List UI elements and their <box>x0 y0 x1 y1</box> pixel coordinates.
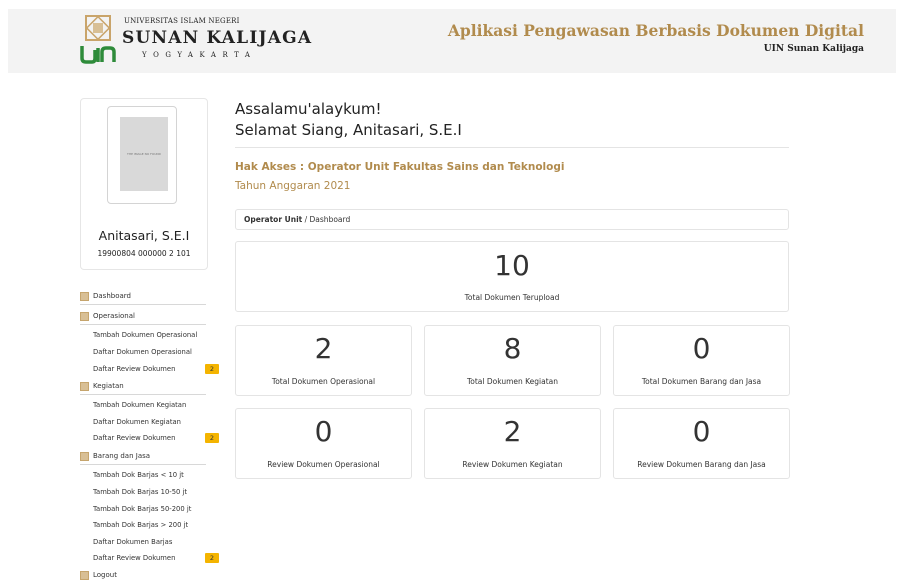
stat-label: Review Dokumen Kegiatan <box>462 460 563 469</box>
stat-value: 8 <box>503 332 522 365</box>
breadcrumb-separator: / <box>302 215 310 224</box>
university-logo[interactable]: UNIVERSITAS ISLAM NEGERI SUNAN KALIJAGA … <box>80 14 320 68</box>
stat-label: Total Dokumen Terupload <box>464 293 560 302</box>
review-count-badge: 2 <box>205 553 219 563</box>
sidebar-item-label: Daftar Review Dokumen <box>93 434 176 442</box>
stat-value: 0 <box>692 332 711 365</box>
stat-card-total: 10 Total Dokumen Terupload <box>235 241 789 312</box>
breadcrumb-role[interactable]: Operator Unit <box>244 215 302 224</box>
sidebar-item-dashboard[interactable]: Dashboard <box>80 290 206 305</box>
stat-label: Total Dokumen Operasional <box>271 377 376 386</box>
profile-photo-frame: THE IMAGE NO FOUND <box>107 106 177 204</box>
photo-placeholder-caption: THE IMAGE NO FOUND <box>127 152 161 156</box>
sidebar-item-review-kegiatan[interactable]: Daftar Review Dokumen 2 <box>93 433 219 446</box>
sidebar-section-label: Barang dan Jasa <box>93 452 151 460</box>
app-header: UNIVERSITAS ISLAM NEGERI SUNAN KALIJAGA … <box>8 9 896 73</box>
ornament-icon <box>80 292 89 301</box>
profile-nip: 19900804 000000 2 101 <box>97 249 191 258</box>
sidebar-item-label: Daftar Review Dokumen <box>93 365 176 373</box>
university-name-text: SUNAN KALIJAGA <box>122 28 313 48</box>
ornament-icon <box>80 452 89 461</box>
greeting-user: Selamat Siang, Anitasari, S.E.I <box>235 121 462 139</box>
sidebar-item-tambah-dokumen-kegiatan[interactable]: Tambah Dokumen Kegiatan <box>93 401 208 413</box>
profile-name: Anitasari, S.E.I <box>98 228 190 243</box>
breadcrumb-current: Dashboard <box>309 215 351 224</box>
breadcrumb: Operator Unit / Dashboard <box>235 209 789 230</box>
university-type-text: UNIVERSITAS ISLAM NEGERI <box>124 17 240 25</box>
stat-label: Review Dokumen Operasional <box>267 460 380 469</box>
stat-label: Review Dokumen Barang dan Jasa <box>637 460 766 469</box>
stat-value: 2 <box>503 415 522 448</box>
app-title: Aplikasi Pengawasan Berbasis Dokumen Dig… <box>447 21 864 40</box>
ornament-icon <box>80 571 89 580</box>
profile-card: THE IMAGE NO FOUND Anitasari, S.E.I 1990… <box>80 98 208 270</box>
stat-value: 10 <box>494 249 530 282</box>
sidebar-item-tambah-dokumen-operasional[interactable]: Tambah Dokumen Operasional <box>93 331 208 343</box>
stat-card-review-barjas: 0 Review Dokumen Barang dan Jasa <box>613 408 790 479</box>
sidebar-section-label: Kegiatan <box>93 382 124 390</box>
stat-value: 0 <box>692 415 711 448</box>
sidebar-item-review-operasional[interactable]: Daftar Review Dokumen 2 <box>93 364 219 377</box>
sidebar-item-label: Daftar Review Dokumen <box>93 554 176 562</box>
university-city-text: YOGYAKARTA <box>142 51 257 59</box>
sidebar-section-label: Operasional <box>93 312 135 320</box>
stat-label: Total Dokumen Kegiatan <box>466 377 559 386</box>
sidebar-item-tambah-barjas-50-200[interactable]: Tambah Dok Barjas 50-200 jt <box>93 505 208 517</box>
sidebar-section-barjas[interactable]: Barang dan Jasa <box>80 450 206 465</box>
sidebar-section-kegiatan[interactable]: Kegiatan <box>80 380 206 395</box>
sidebar-item-daftar-dokumen-kegiatan[interactable]: Daftar Dokumen Kegiatan <box>93 418 208 430</box>
budget-year-text: Tahun Anggaran 2021 <box>235 180 351 192</box>
stat-card-barjas: 0 Total Dokumen Barang dan Jasa <box>613 325 790 396</box>
divider <box>235 147 789 148</box>
sidebar-item-review-barjas[interactable]: Daftar Review Dokumen 2 <box>93 553 219 566</box>
stat-label: Total Dokumen Barang dan Jasa <box>641 377 762 386</box>
greeting-salam: Assalamu'alaykum! <box>235 100 382 118</box>
app-subtitle: UIN Sunan Kalijaga <box>763 44 864 54</box>
stat-card-kegiatan: 8 Total Dokumen Kegiatan <box>424 325 601 396</box>
ornament-icon <box>80 312 89 321</box>
sidebar-item-daftar-dokumen-operasional[interactable]: Daftar Dokumen Operasional <box>93 348 208 360</box>
profile-photo: THE IMAGE NO FOUND <box>120 117 168 191</box>
sidebar-item-label: Logout <box>93 571 117 579</box>
uin-logo-icon <box>80 15 116 64</box>
stat-card-review-operasional: 0 Review Dokumen Operasional <box>235 408 412 479</box>
sidebar-item-daftar-dokumen-barjas[interactable]: Daftar Dokumen Barjas <box>93 538 208 550</box>
sidebar-section-operasional[interactable]: Operasional <box>80 310 206 325</box>
access-rights-text: Hak Akses : Operator Unit Fakultas Sains… <box>235 161 565 173</box>
sidebar-item-tambah-barjas-200[interactable]: Tambah Dok Barjas > 200 jt <box>93 521 208 533</box>
sidebar-item-tambah-barjas-10[interactable]: Tambah Dok Barjas < 10 jt <box>93 471 208 483</box>
stat-value: 0 <box>314 415 333 448</box>
sidebar-item-tambah-barjas-10-50[interactable]: Tambah Dok Barjas 10-50 jt <box>93 488 208 500</box>
sidebar-item-label: Dashboard <box>93 292 131 300</box>
review-count-badge: 2 <box>205 364 219 374</box>
ornament-icon <box>80 382 89 391</box>
stat-card-review-kegiatan: 2 Review Dokumen Kegiatan <box>424 408 601 479</box>
stat-value: 2 <box>314 332 333 365</box>
review-count-badge: 2 <box>205 433 219 443</box>
stat-card-operasional: 2 Total Dokumen Operasional <box>235 325 412 396</box>
